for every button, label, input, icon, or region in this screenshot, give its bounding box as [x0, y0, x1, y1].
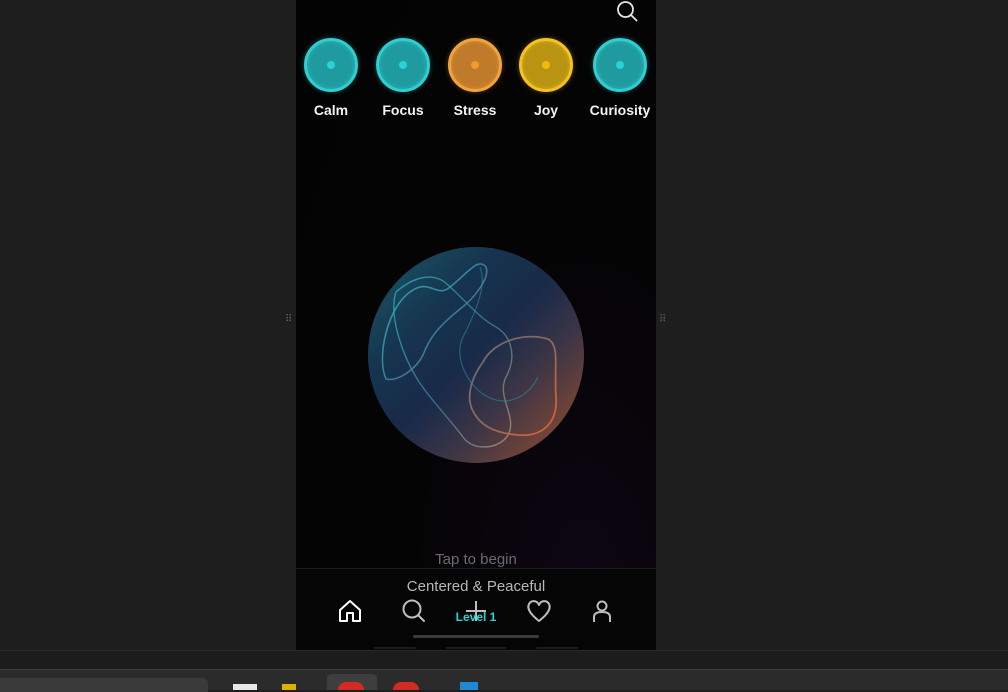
mood-state-label: Centered & Peaceful [406, 578, 546, 595]
ghost-bar [374, 647, 416, 649]
joy-circle [519, 38, 573, 92]
right-resize-handle[interactable]: ⠿ [659, 314, 666, 326]
os-taskbar [0, 669, 1008, 692]
mood-label: Joy [533, 102, 559, 118]
mood-stress[interactable]: Stress [439, 38, 511, 118]
calm-dot [327, 61, 335, 69]
window-bottom-edge [0, 650, 1008, 669]
mood-orb[interactable] [368, 247, 584, 463]
mood-selector: Calm Focus Stress Joy Curiosity [296, 38, 656, 128]
mood-label: Stress [453, 102, 497, 118]
app-window: Calm Focus Stress Joy Curiosity Tap to b… [296, 0, 656, 650]
focus-circle [376, 38, 430, 92]
focus-dot [399, 61, 407, 69]
tap-to-begin-text: Tap to begin [435, 551, 517, 568]
desktop-left [0, 0, 296, 650]
curiosity-dot [616, 61, 624, 69]
desktop-right [656, 0, 1008, 650]
search-icon[interactable] [616, 0, 638, 22]
stress-circle [448, 38, 502, 92]
mood-calm[interactable]: Calm [296, 38, 367, 118]
mood-label: Calm [313, 102, 349, 118]
mood-focus[interactable]: Focus [367, 38, 439, 118]
mood-joy[interactable]: Joy [510, 38, 582, 118]
calm-circle [304, 38, 358, 92]
level-indicator: Level 1 [455, 610, 497, 624]
taskbar-app-icon[interactable] [233, 684, 257, 690]
ghost-bar [446, 647, 506, 649]
joy-dot [542, 61, 550, 69]
curiosity-circle [593, 38, 647, 92]
mood-curiosity[interactable]: Curiosity [584, 38, 656, 118]
bottom-navigation: Centered & Peaceful Level 1 [296, 568, 656, 650]
mood-label: Focus [382, 102, 424, 118]
ghost-bar [536, 647, 578, 649]
orb-waves [381, 263, 557, 448]
left-resize-handle[interactable]: ⠿ [285, 314, 292, 326]
taskbar-search-box[interactable] [0, 678, 208, 692]
folder-icon[interactable] [282, 684, 296, 690]
stress-dot [471, 61, 479, 69]
mood-label: Curiosity [589, 102, 651, 118]
home-indicator-bar [413, 635, 539, 638]
